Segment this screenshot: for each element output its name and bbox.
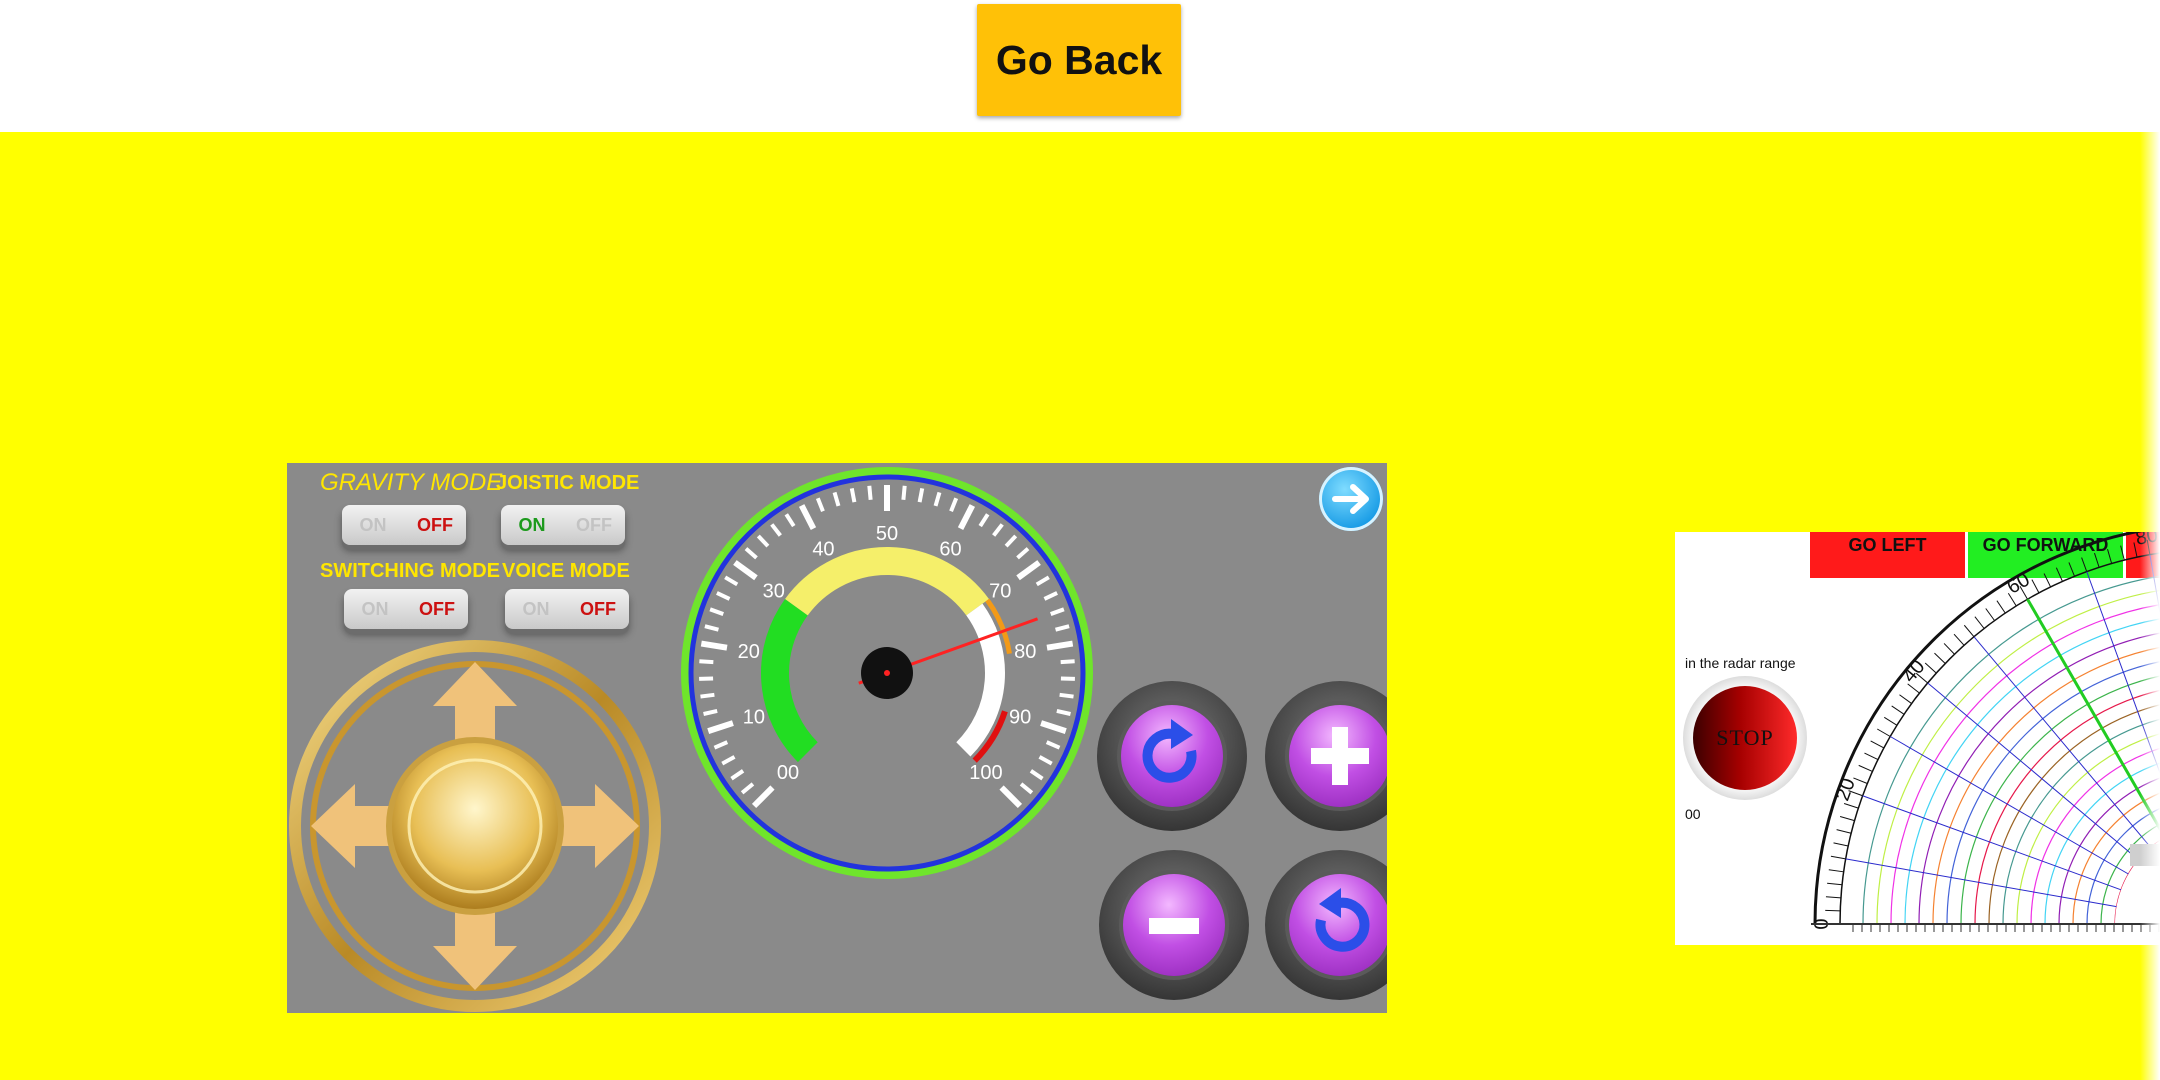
top-bar: Go Back: [0, 0, 2160, 132]
edge-fade: [2140, 132, 2160, 1080]
rotate-clockwise-button[interactable]: [1097, 681, 1247, 831]
arrow-right-icon: [1332, 484, 1369, 514]
gauge-tick-label: 100: [969, 762, 1002, 784]
minus-button[interactable]: [1099, 850, 1249, 1000]
gauge-tick-label: 60: [939, 538, 961, 560]
gauge-tick: [1046, 640, 1074, 651]
gauge-tick-label: 30: [763, 581, 785, 603]
gauge-tick: [1059, 692, 1074, 699]
gauge-tick-label: 80: [1014, 641, 1036, 663]
gauge-tick-label: 20: [738, 641, 760, 663]
gauge-tick: [849, 487, 857, 503]
gauge-tick-label: 40: [812, 538, 834, 560]
gauge-tick: [1060, 659, 1075, 665]
toggle-off-text: OFF: [419, 598, 455, 619]
gauge-tick: [901, 485, 907, 500]
rotate-clockwise-icon: [1142, 719, 1197, 783]
content-area: GRAVITY MODE JOISTIC MODE SWITCHING MODE…: [0, 132, 2160, 1080]
gauge-tick: [699, 659, 714, 665]
gauge-tick-label: 90: [1009, 706, 1031, 728]
radar-panel: GO LEFT GO FORWARD in the radar range ST…: [1675, 532, 2160, 945]
gauge-tick-label: 70: [989, 581, 1011, 603]
toggle-off-text: OFF: [580, 598, 616, 619]
plus-button[interactable]: [1265, 681, 1387, 831]
controller-panel: GRAVITY MODE JOISTIC MODE SWITCHING MODE…: [287, 463, 1387, 1013]
gravity-mode-toggle[interactable]: ON OFF: [342, 505, 466, 545]
toggle-on-text: ON: [359, 514, 387, 535]
rotate-counterclockwise-button[interactable]: [1265, 850, 1387, 1000]
radar-sweep: 020406080: [1811, 532, 2160, 932]
gauge-tick: [700, 692, 715, 699]
toggle-on-text: ON: [522, 598, 550, 619]
toggle-off-text: OFF: [417, 514, 453, 535]
gauge-tick-label: 10: [743, 706, 765, 728]
gauge-tick: [700, 640, 728, 651]
voice-mode-label: VOICE MODE: [502, 560, 630, 582]
gauge-tick: [867, 485, 873, 500]
toggle-off-text: OFF: [576, 514, 612, 535]
joistic-mode-label: JOISTIC MODE: [496, 472, 640, 494]
go-back-button[interactable]: Go Back: [977, 4, 1181, 116]
gauge-tick-label: 00: [777, 762, 799, 784]
joistic-mode-toggle[interactable]: ON OFF: [501, 505, 625, 545]
switching-mode-label: SWITCHING MODE: [320, 560, 500, 582]
gauge-tick: [917, 487, 925, 503]
next-page-button[interactable]: [1319, 467, 1383, 531]
needle-hub-dot: [884, 670, 890, 676]
minus-icon: [1149, 918, 1199, 934]
toggle-on-text: ON: [518, 514, 546, 535]
switching-mode-toggle[interactable]: ON OFF: [344, 589, 468, 629]
toggle-on-text: ON: [361, 598, 389, 619]
rotate-counterclockwise-icon: [1315, 888, 1370, 952]
plus-icon: [1311, 727, 1369, 785]
gravity-mode-label: GRAVITY MODE: [320, 469, 503, 496]
radar-angle-label: 40: [1898, 656, 1929, 687]
radar-angle-label: 60: [2003, 569, 2033, 599]
gauge-tick-label: 50: [876, 523, 898, 545]
joystick-control[interactable]: [289, 640, 661, 1012]
speedometer-gauge: 00 10 20 30 40 50 60 70 80 90 100: [681, 467, 1093, 879]
voice-mode-toggle[interactable]: ON OFF: [505, 589, 629, 629]
